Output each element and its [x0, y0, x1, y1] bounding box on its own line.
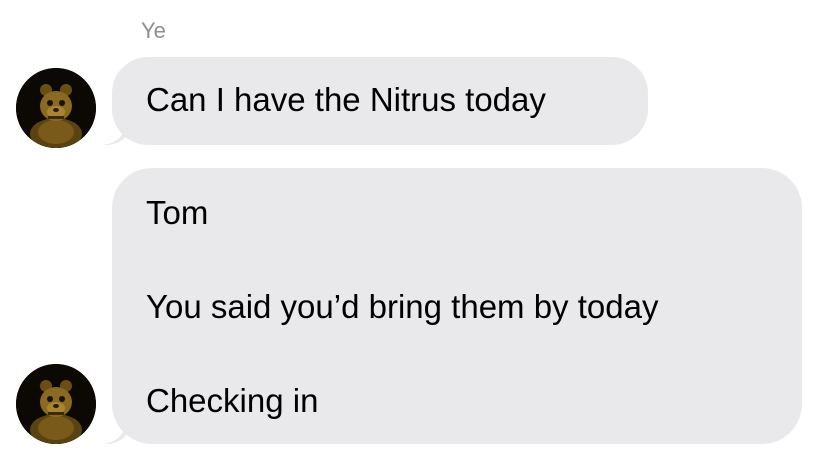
golden-bear-avatar-icon	[16, 68, 96, 148]
message-text: Tom	[146, 194, 209, 231]
message-text: Can I have the Nitrus today	[146, 81, 546, 118]
message-bubble[interactable]: Can I have the Nitrus today	[112, 57, 648, 145]
golden-bear-avatar-icon	[16, 364, 96, 444]
message-bubble[interactable]: Tom You said you’d bring them by today C…	[112, 168, 802, 444]
message-text: You said you’d bring them by today	[146, 288, 659, 325]
sender-name: Ye	[141, 18, 166, 43]
message-text: Checking in	[146, 382, 319, 419]
sender-avatar[interactable]	[16, 68, 96, 148]
sender-avatar[interactable]	[16, 364, 96, 444]
